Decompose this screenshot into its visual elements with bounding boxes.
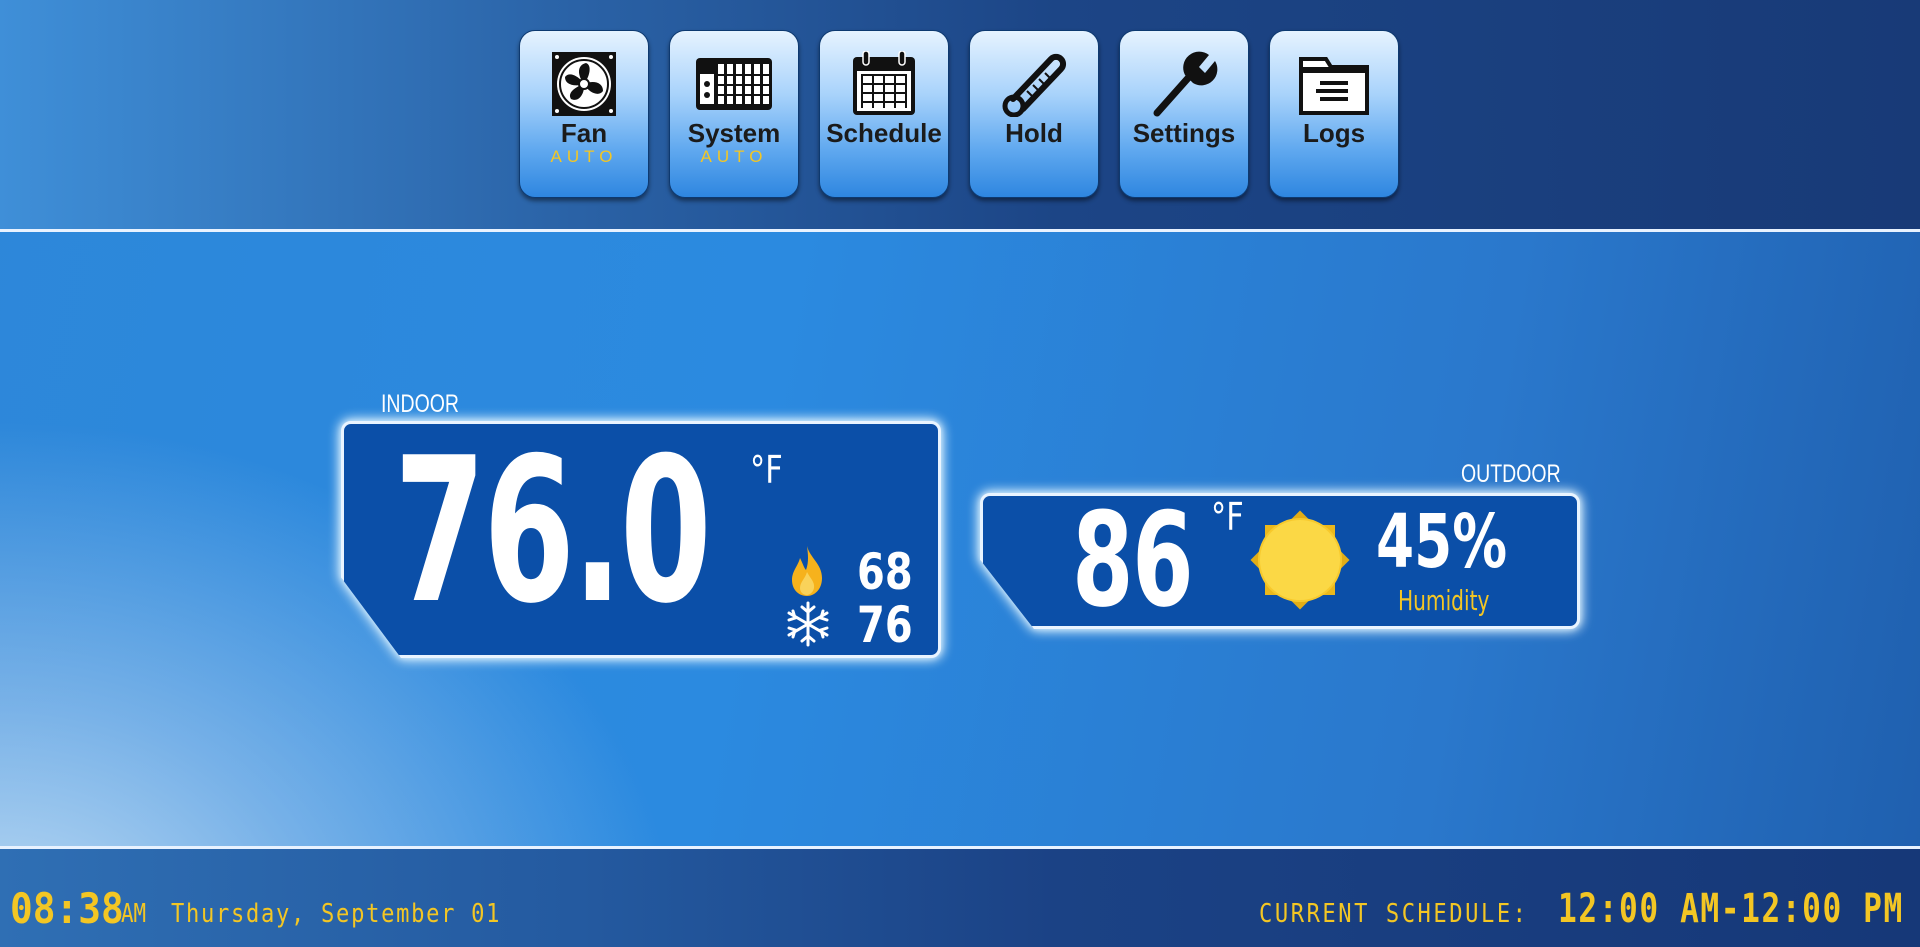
system-button-label: System	[687, 118, 781, 148]
humidity-label: Humidity	[1398, 584, 1490, 617]
schedule-label: CURRENT SCHEDULE:	[1259, 899, 1529, 929]
snowflake-icon	[782, 601, 834, 651]
settings-button[interactable]: Settings	[1119, 30, 1249, 198]
wrench-icon	[1149, 51, 1219, 117]
schedule-value[interactable]: 12:00 AM-12:00 PM	[1558, 887, 1904, 931]
outdoor-temperature: 86	[1072, 484, 1194, 636]
fan-button-label: Fan	[560, 118, 608, 148]
logs-button[interactable]: Logs	[1269, 30, 1399, 198]
thermometer-icon	[999, 51, 1069, 117]
hvac-unit-icon	[694, 51, 774, 117]
hold-button-label: Hold	[1005, 118, 1063, 148]
heat-setpoint[interactable]: 68	[857, 545, 913, 599]
schedule-button-label: Schedule	[826, 118, 942, 148]
flame-icon	[788, 544, 826, 602]
fan-icon	[551, 51, 617, 117]
system-mode-label: AUTO	[700, 147, 768, 166]
indoor-unit: °F	[750, 448, 783, 492]
system-button[interactable]: System AUTO	[669, 30, 799, 198]
indoor-temperature: 76.0	[394, 415, 712, 648]
clock-ampm: AM	[121, 899, 147, 929]
logs-button-label: Logs	[1302, 118, 1366, 148]
outdoor-label: OUTDOOR	[1461, 460, 1561, 488]
fan-mode-label: AUTO	[550, 147, 618, 166]
folder-icon	[1298, 51, 1370, 117]
hold-button[interactable]: Hold	[969, 30, 1099, 198]
cool-setpoint[interactable]: 76	[857, 598, 913, 652]
outdoor-humidity-value: 45%	[1376, 499, 1508, 585]
fan-button[interactable]: Fan AUTO	[519, 30, 649, 198]
clock-time: 08:38	[10, 884, 124, 933]
current-date: Thursday, September 01	[171, 899, 502, 929]
nav-toolbar: Fan AUTO System AUTO Schedule Hold Setti…	[519, 30, 1399, 198]
calendar-icon	[851, 51, 917, 117]
status-bar: 08:38 AM Thursday, September 01 CURRENT …	[0, 846, 1920, 947]
sun-icon	[1240, 500, 1360, 624]
settings-button-label: Settings	[1132, 118, 1236, 148]
top-bar: Fan AUTO System AUTO Schedule Hold Setti…	[0, 0, 1920, 232]
outdoor-unit: °F	[1211, 495, 1244, 539]
schedule-button[interactable]: Schedule	[819, 30, 949, 198]
